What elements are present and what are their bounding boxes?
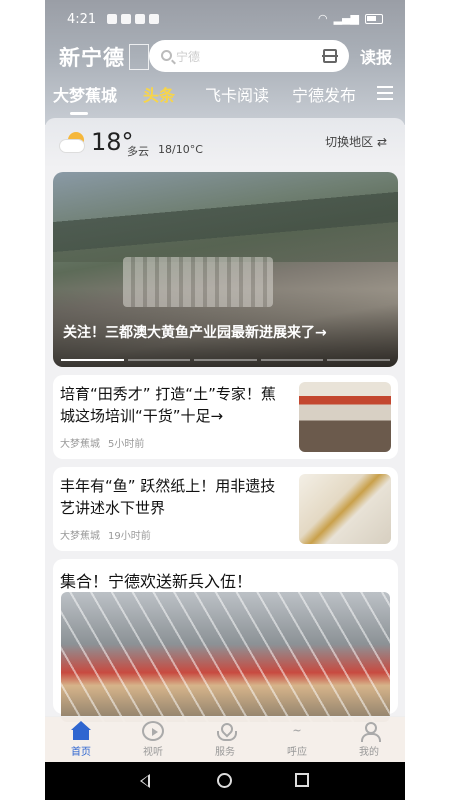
tab-headlines[interactable]: 头条 xyxy=(143,82,175,106)
nav-home[interactable]: 首页 xyxy=(45,717,117,762)
news-item[interactable]: 丰年有“鱼” 跃然纸上！用非遗技艺讲述水下世界 大梦蕉城 19小时前 xyxy=(53,467,398,551)
news-time: 5小时前 xyxy=(108,439,145,450)
tab-feika-reading[interactable]: 飞卡阅读 xyxy=(205,82,269,106)
switch-region-button[interactable]: 切换地区 ⇄ xyxy=(325,133,387,150)
home-icon xyxy=(70,721,92,741)
service-icon xyxy=(214,721,237,741)
video-icon xyxy=(142,721,164,741)
back-icon[interactable] xyxy=(140,774,150,788)
tab-dameng-jiaocheng[interactable]: 大梦蕉城 xyxy=(53,82,117,106)
hero-caption: 关注！三都澳大黄鱼产业园最新进展来了→ xyxy=(63,325,327,341)
news-item[interactable]: 培育“田秀才” 打造“土”专家！蕉城这场培训“干货”十足→ 大梦蕉城 5小时前 xyxy=(53,375,398,459)
carousel-indicator xyxy=(53,359,398,362)
bottom-navigation: 首页 视听 服务 ~ 呼应 我的 xyxy=(45,716,405,762)
news-headline: 集合！宁德欢送新兵入伍！ xyxy=(60,572,253,591)
news-feed: 关注！三都澳大黄鱼产业园最新进展来了→ 培育“田秀才” 打造“土”专家！蕉城这场… xyxy=(53,172,398,722)
notification-icons xyxy=(107,14,159,24)
news-meta: 大梦蕉城 5小时前 xyxy=(60,435,144,450)
nav-label: 视听 xyxy=(143,747,163,758)
nav-video[interactable]: 视听 xyxy=(117,717,189,762)
news-thumbnail xyxy=(299,474,391,544)
nav-label: 呼应 xyxy=(287,747,307,758)
news-time: 19小时前 xyxy=(108,531,151,542)
news-item-large[interactable]: 集合！宁德欢送新兵入伍！ xyxy=(53,559,398,722)
battery-icon xyxy=(365,13,383,24)
news-source: 大梦蕉城 xyxy=(60,439,100,450)
search-icon xyxy=(161,50,172,61)
menu-icon[interactable] xyxy=(377,86,393,100)
screen-bezel-right xyxy=(405,0,450,800)
search-bar[interactable]: 宁德 xyxy=(149,40,349,72)
tab-indicator xyxy=(70,112,88,115)
news-source: 大梦蕉城 xyxy=(60,531,100,542)
nav-label: 我的 xyxy=(359,747,379,758)
respond-icon: ~ xyxy=(292,724,302,737)
nav-profile[interactable]: 我的 xyxy=(333,717,405,762)
wifi-icon: ◠ xyxy=(318,12,328,25)
news-thumbnail xyxy=(299,382,391,452)
hero-news-card[interactable]: 关注！三都澳大黄鱼产业园最新进展来了→ xyxy=(53,172,398,367)
system-indicators: ◠ ▂▄▆ xyxy=(318,12,383,25)
nav-respond[interactable]: ~ 呼应 xyxy=(261,717,333,762)
nav-label: 首页 xyxy=(71,747,91,758)
recent-apps-icon[interactable] xyxy=(295,773,309,787)
screen-bezel-left xyxy=(0,0,45,800)
status-bar: 4:21 ◠ ▂▄▆ xyxy=(45,8,405,32)
read-paper-button[interactable]: 读报 xyxy=(360,44,392,68)
news-headline: 丰年有“鱼” 跃然纸上！用非遗技艺讲述水下世界 xyxy=(60,477,276,517)
weather-range: 18/10°C xyxy=(158,143,203,156)
news-meta: 大梦蕉城 19小时前 xyxy=(60,527,151,542)
app-screen: 4:21 ◠ ▂▄▆ 新宁德 宁德 读报 大梦蕉城 头条 飞卡阅读 宁德发布 1… xyxy=(45,0,405,800)
channel-tabs: 大梦蕉城 头条 飞卡阅读 宁德发布 xyxy=(45,82,405,116)
nav-label: 服务 xyxy=(215,747,235,758)
signal-icon: ▂▄▆ xyxy=(333,12,359,25)
system-navigation-bar xyxy=(45,762,405,800)
tab-ningde-release[interactable]: 宁德发布 xyxy=(292,82,356,106)
nav-service[interactable]: 服务 xyxy=(189,717,261,762)
app-logo: 新宁德 xyxy=(59,42,149,72)
scan-icon[interactable] xyxy=(322,49,338,63)
logo-text: 新宁德 xyxy=(59,46,125,70)
logo-seal-icon xyxy=(129,44,149,70)
news-headline: 培育“田秀才” 打造“土”专家！蕉城这场培训“干货”十足→ xyxy=(60,385,276,425)
weather-bar: 18° 多云 18/10°C 切换地区 ⇄ xyxy=(45,118,405,168)
profile-icon xyxy=(358,721,381,742)
home-circle-icon[interactable] xyxy=(217,773,232,788)
status-time: 4:21 xyxy=(67,12,97,27)
weather-condition: 多云 xyxy=(127,145,149,158)
partly-cloudy-icon xyxy=(60,132,88,154)
news-large-image xyxy=(61,592,390,722)
search-placeholder: 宁德 xyxy=(176,50,201,64)
